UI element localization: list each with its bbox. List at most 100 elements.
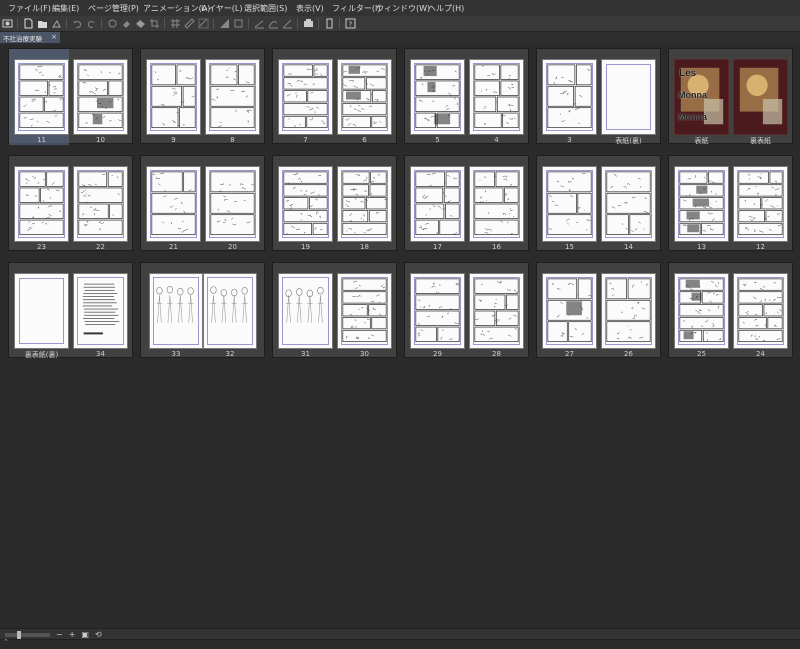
angle-snap-icon[interactable] (281, 18, 294, 30)
preview-icon[interactable] (302, 18, 315, 30)
page-thumbnail[interactable] (410, 59, 465, 135)
page-thumbnail[interactable] (601, 59, 656, 135)
menu-item-3[interactable]: ページ管理(P) (88, 3, 139, 14)
page-thumbnail[interactable] (733, 59, 788, 135)
invert-icon[interactable] (218, 18, 231, 30)
page-thumbnail[interactable]: Les Monna Monna (674, 59, 729, 135)
crop-icon[interactable] (148, 18, 161, 30)
new-file-icon[interactable] (22, 18, 35, 30)
page-art (285, 286, 324, 323)
page-thumbnail[interactable] (14, 273, 69, 349)
page-thumbnail[interactable] (469, 59, 524, 135)
document-tab[interactable]: 不社治療実験 × (0, 32, 60, 43)
page-thumbnail[interactable] (278, 59, 333, 135)
zoom-in-button[interactable]: + (69, 630, 76, 639)
undo-icon[interactable] (71, 18, 84, 30)
page-thumbnail[interactable] (278, 166, 333, 242)
toolbar-separator (318, 18, 319, 29)
page-thumbnail[interactable] (542, 166, 597, 242)
page-thumbnail[interactable] (337, 166, 392, 242)
help-icon[interactable]: ? (344, 18, 357, 30)
page-art (602, 60, 655, 134)
fill-icon[interactable] (120, 18, 133, 30)
border-icon[interactable] (232, 18, 245, 30)
snap-icon[interactable] (197, 18, 210, 30)
page-thumbnail[interactable] (674, 166, 729, 242)
page-number-label: 4 (494, 136, 499, 144)
page-thumbnail[interactable] (149, 273, 203, 349)
page-spread[interactable]: 17 16 (404, 155, 529, 251)
page-thumbnail[interactable] (73, 166, 128, 242)
zoom-slider-knob[interactable] (17, 630, 21, 639)
page-spread[interactable]: 31 30 (272, 262, 397, 358)
page-spread[interactable]: 3 表紙(裏) (536, 48, 661, 145)
close-icon[interactable]: × (51, 32, 57, 43)
line-snap-icon[interactable] (253, 18, 266, 30)
page-spread[interactable]: 15 14 (536, 155, 661, 251)
zoom-out-button[interactable]: − (56, 630, 63, 639)
redo-icon[interactable] (85, 18, 98, 30)
page-spread[interactable]: 11 10 (8, 48, 133, 145)
open-file-icon[interactable] (36, 18, 49, 30)
app-icon[interactable] (1, 18, 14, 30)
page-thumbnail[interactable] (337, 273, 392, 349)
page-thumbnail[interactable] (410, 166, 465, 242)
page-spread[interactable]: 54 (404, 48, 529, 144)
page-spread[interactable]: 29 28 (404, 262, 529, 358)
menu-item-1[interactable]: ファイル(F) (8, 3, 51, 14)
page-spread[interactable]: 27 26 (536, 262, 661, 358)
page-spread[interactable]: 裏表紙(裏) 34 (8, 262, 133, 359)
page-thumbnail[interactable] (205, 166, 260, 242)
fit-icon[interactable]: ▣ (81, 630, 89, 639)
page-spread[interactable]: 76 (272, 48, 397, 144)
page-thumbnail[interactable] (601, 273, 656, 349)
rotate-icon[interactable]: ⟲ (95, 630, 102, 639)
page-thumbnail[interactable] (469, 273, 524, 349)
page-art (82, 283, 120, 335)
page-thumbnail[interactable] (73, 273, 128, 349)
menu-item-9[interactable]: ウィンドウ(W) (376, 3, 430, 14)
save-icon[interactable] (50, 18, 63, 30)
page-spread[interactable]: 13 12 (668, 155, 793, 251)
curve-snap-icon[interactable] (267, 18, 280, 30)
page-spread[interactable]: 33 32 (140, 262, 265, 358)
zoom-slider[interactable] (5, 630, 50, 639)
page-number-label: 10 (96, 136, 105, 144)
page-thumbnail[interactable] (205, 59, 260, 135)
expand-icon[interactable]: ⌃ (3, 638, 9, 646)
page-thumbnail[interactable] (542, 273, 597, 349)
clear-icon[interactable] (106, 18, 119, 30)
page-thumbnail[interactable] (146, 59, 201, 135)
page-spread[interactable]: 98 (140, 48, 265, 144)
page-thumbnail[interactable] (14, 166, 69, 242)
menu-item-7[interactable]: 表示(V) (296, 3, 324, 14)
page-spread[interactable]: 23 22 (8, 155, 133, 251)
page-thumbnail[interactable] (73, 59, 128, 135)
menu-item-5[interactable]: レイヤー(L) (200, 3, 242, 14)
page-thumbnail[interactable] (674, 273, 729, 349)
grid-icon[interactable] (169, 18, 182, 30)
device-icon[interactable] (323, 18, 336, 30)
page-thumbnail[interactable] (337, 59, 392, 135)
menu-item-6[interactable]: 選択範囲(S) (244, 3, 287, 14)
menu-item-2[interactable]: 編集(E) (52, 3, 79, 14)
page-spread[interactable]: 19 18 (272, 155, 397, 251)
page-spread[interactable]: 25 24 (668, 262, 793, 358)
page-thumbnail[interactable] (733, 273, 788, 349)
ruler-icon[interactable] (183, 18, 196, 30)
page-thumbnail[interactable] (601, 166, 656, 242)
page-thumbnail[interactable] (278, 273, 333, 349)
page-thumbnail[interactable] (203, 273, 257, 349)
page-number-label: 25 (697, 350, 706, 358)
menu-item-8[interactable]: フィルター(I) (332, 3, 380, 14)
page-thumbnail[interactable] (733, 166, 788, 242)
page-thumbnail[interactable] (410, 273, 465, 349)
page-thumbnail[interactable] (14, 59, 69, 135)
page-thumbnail[interactable] (469, 166, 524, 242)
page-thumbnail[interactable] (542, 59, 597, 135)
transform-icon[interactable] (134, 18, 147, 30)
menu-item-10[interactable]: ヘルプ(H) (428, 3, 464, 14)
page-spread[interactable]: 21 20 (140, 155, 265, 251)
page-spread[interactable]: Les Monna Monna 表紙 裏表紙 (668, 48, 793, 145)
page-thumbnail[interactable] (146, 166, 201, 242)
